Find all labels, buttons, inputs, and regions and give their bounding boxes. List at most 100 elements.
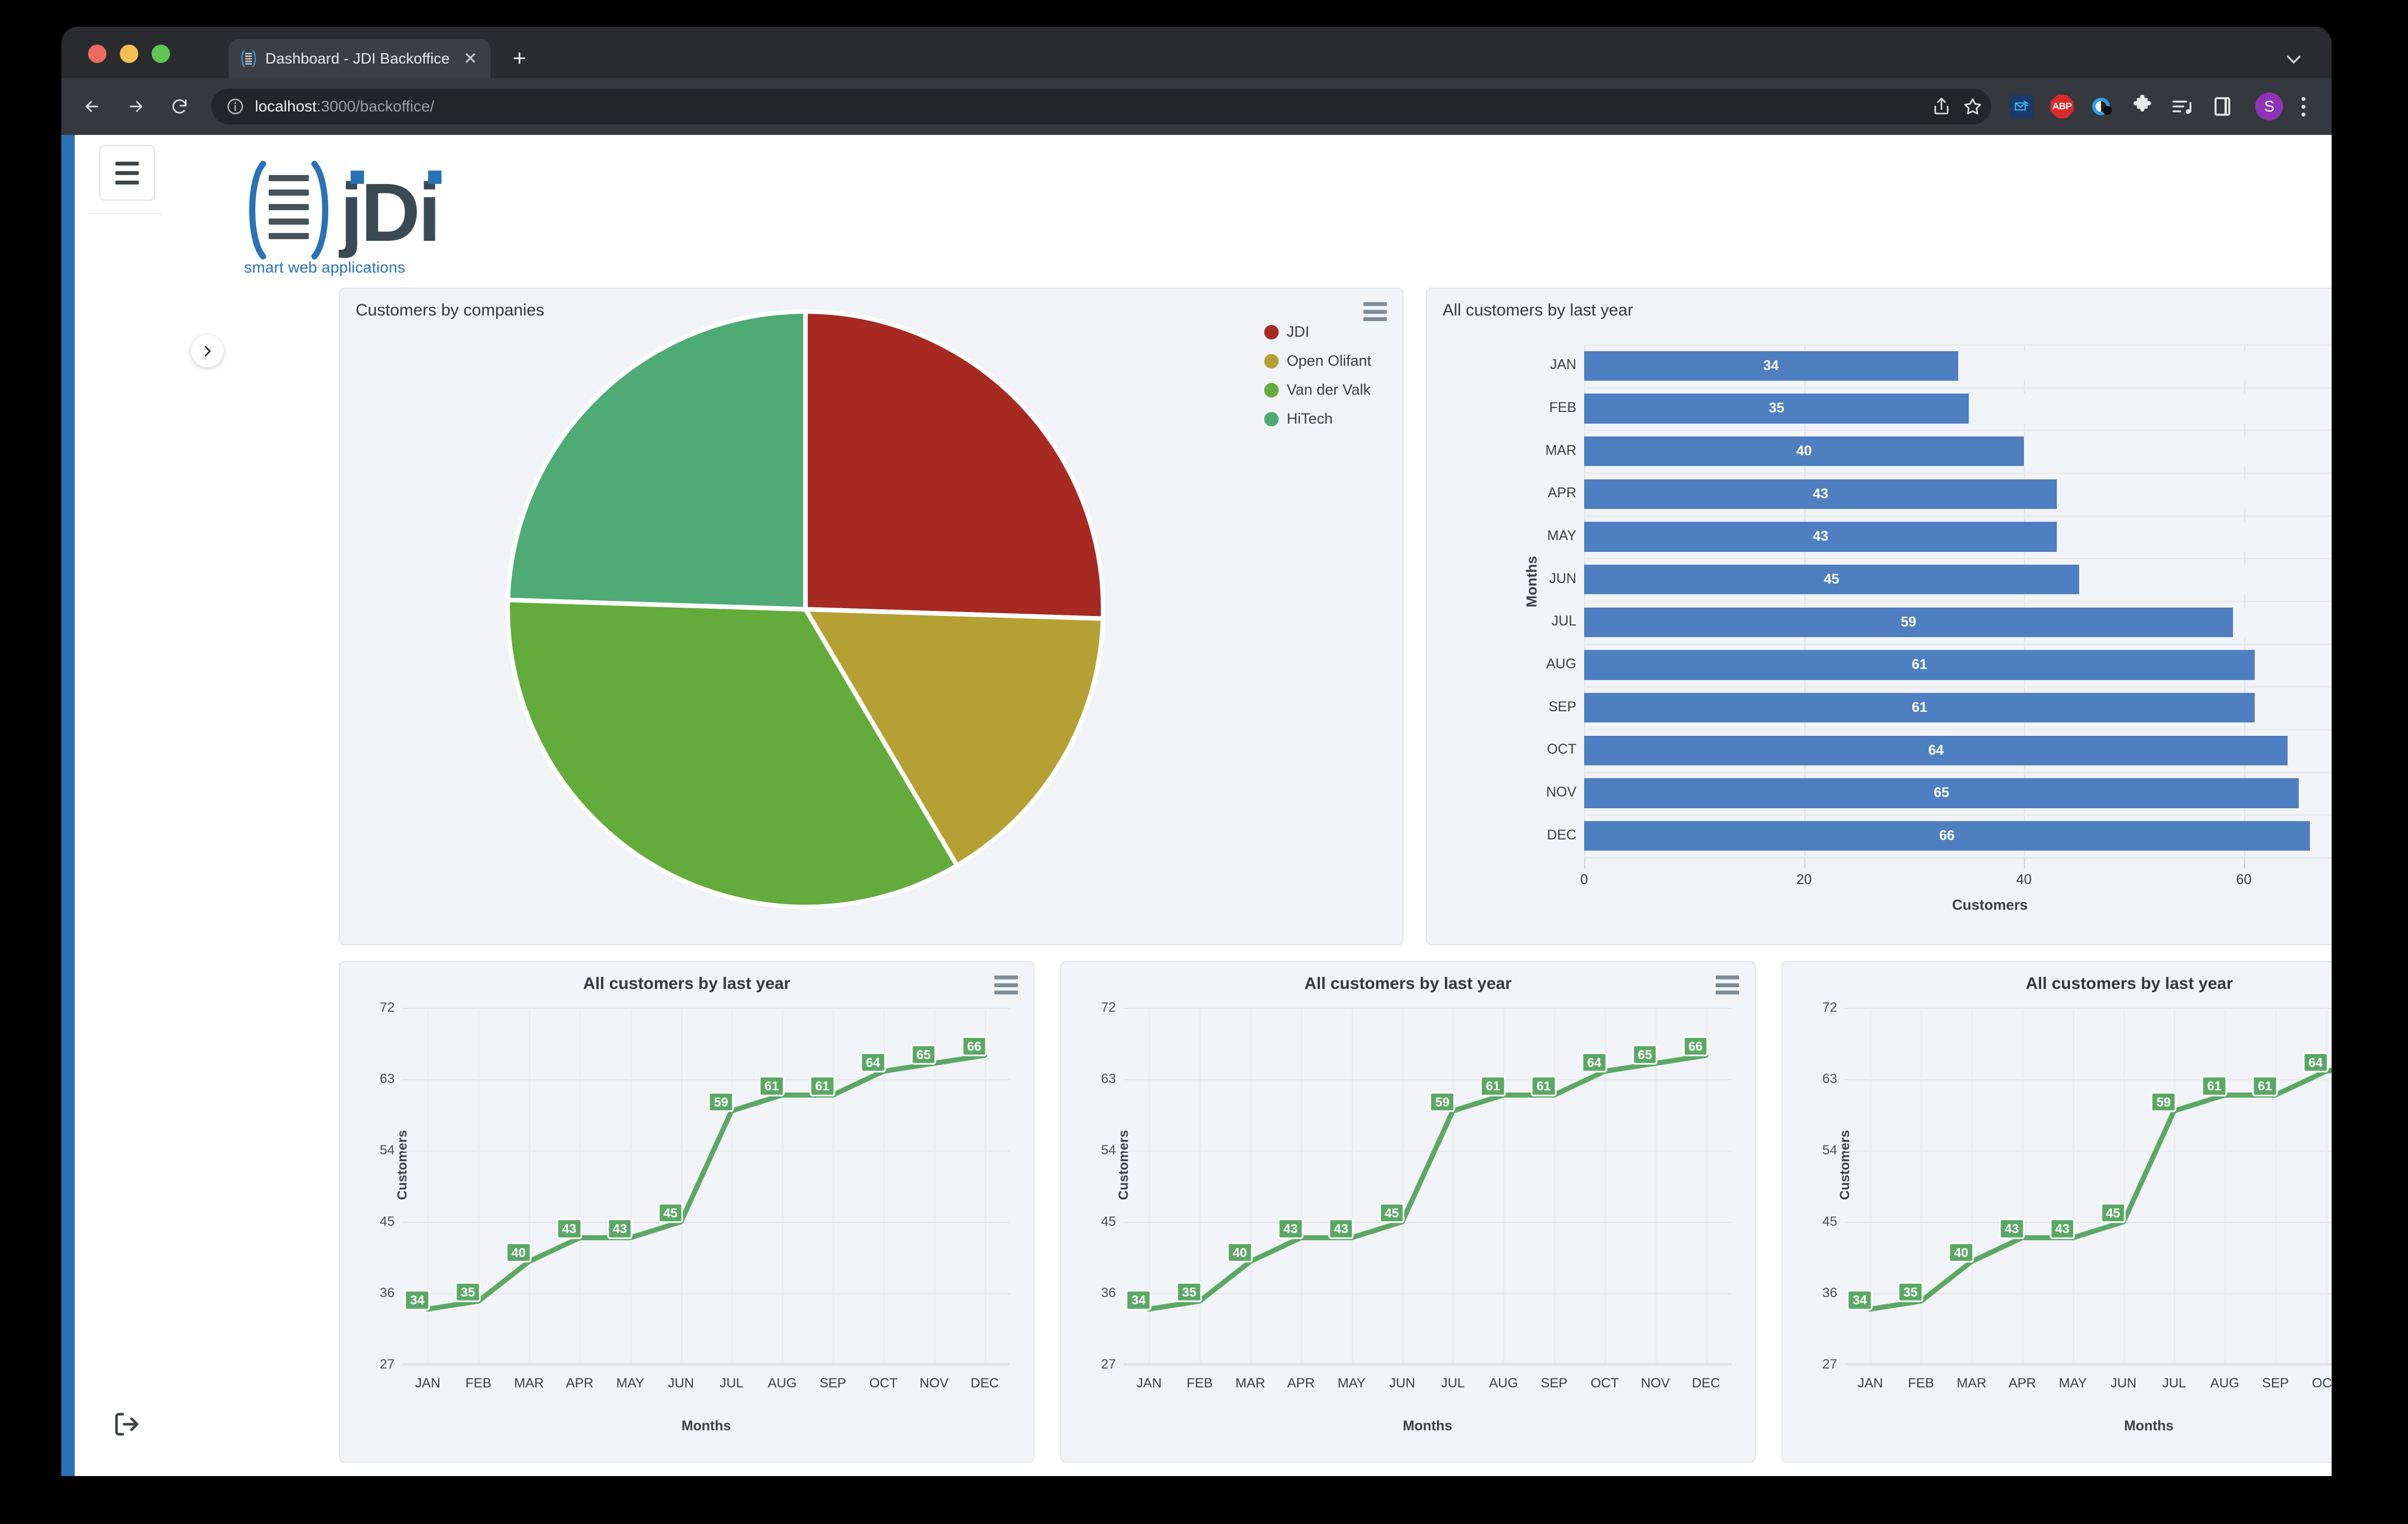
line-chart-series[interactable] <box>1845 1008 2332 1365</box>
data-point-label[interactable]: 34 <box>1125 1290 1152 1311</box>
data-point-label[interactable]: 40 <box>506 1243 532 1263</box>
chevron-down-icon[interactable] <box>2284 49 2304 69</box>
legend-item[interactable]: JDI <box>1264 323 1371 341</box>
axis-tick-label: DEC <box>1692 1376 1720 1391</box>
hamburger-menu-icon[interactable] <box>1716 975 1739 994</box>
hamburger-menu-icon[interactable] <box>99 145 155 201</box>
bar[interactable]: 43 <box>1584 522 2057 552</box>
minimize-window-button[interactable] <box>120 45 138 63</box>
data-point-label[interactable]: 40 <box>1227 1243 1253 1263</box>
legend-item[interactable]: HiTech <box>1264 410 1371 428</box>
data-point-label[interactable]: 43 <box>1999 1219 2025 1239</box>
logout-icon[interactable] <box>103 1405 151 1444</box>
bar[interactable]: 65 <box>1584 778 2299 808</box>
data-point-label[interactable]: 34 <box>404 1290 430 1311</box>
data-point-label[interactable]: 59 <box>1429 1091 1455 1112</box>
pie-slice[interactable] <box>505 309 808 612</box>
data-point-label[interactable]: 43 <box>2050 1219 2075 1239</box>
data-point-label[interactable]: 43 <box>607 1219 633 1239</box>
bar[interactable]: 61 <box>1584 692 2255 723</box>
data-point-label[interactable]: 64 <box>860 1052 886 1072</box>
bar[interactable]: 40 <box>1584 436 2024 467</box>
thunderbird-icon[interactable] <box>2010 95 2034 118</box>
bar-category-label: JUL <box>1551 613 1576 629</box>
hamburger-menu-icon[interactable] <box>1363 302 1387 321</box>
bar-chart-row: JUN 45 <box>1549 558 2332 595</box>
reload-icon[interactable] <box>162 89 197 124</box>
maximize-window-button[interactable] <box>152 45 170 63</box>
kebab-menu-icon[interactable] <box>2290 91 2317 122</box>
arrow-left-icon[interactable] <box>75 89 109 124</box>
bar-category-label: APR <box>1547 485 1576 501</box>
data-point-label[interactable]: 45 <box>657 1202 683 1224</box>
privacy-badger-icon[interactable] <box>2090 95 2114 118</box>
bar-value-label: 40 <box>1796 443 1812 459</box>
data-point-label[interactable]: 59 <box>708 1091 734 1112</box>
arrow-right-icon[interactable] <box>118 89 153 124</box>
bar[interactable]: 66 <box>1584 821 2310 851</box>
data-point-label[interactable]: 65 <box>1632 1044 1658 1065</box>
playlist-icon[interactable] <box>2171 95 2194 118</box>
data-point-label[interactable]: 66 <box>961 1036 987 1057</box>
legend-item[interactable]: Open Olifant <box>1264 352 1371 370</box>
data-point-label[interactable]: 35 <box>1897 1282 1924 1303</box>
data-point-label[interactable]: 64 <box>1581 1052 1607 1072</box>
bar[interactable]: 45 <box>1584 564 2079 595</box>
bar[interactable]: 61 <box>1584 650 2255 680</box>
bar[interactable]: 43 <box>1584 479 2057 509</box>
data-point-label[interactable]: 61 <box>2252 1076 2278 1096</box>
plus-icon[interactable]: + <box>507 46 532 71</box>
adblock-plus-icon[interactable]: ABP <box>2050 95 2074 118</box>
pie-chart-svg[interactable] <box>502 305 1109 913</box>
data-point-label[interactable]: 45 <box>1378 1202 1405 1224</box>
address-bar-url: localhost:3000/backoffice/ <box>255 98 434 115</box>
url-host: localhost <box>255 98 317 115</box>
bar[interactable]: 35 <box>1584 394 1969 424</box>
data-point-label[interactable]: 61 <box>809 1076 836 1096</box>
legend-item[interactable]: Van der Valk <box>1264 381 1371 399</box>
extensions-puzzle-icon[interactable] <box>2130 94 2154 118</box>
info-circle-icon[interactable] <box>226 97 245 116</box>
hamburger-menu-icon[interactable] <box>994 975 1018 994</box>
data-point-label[interactable]: 34 <box>1847 1290 1873 1311</box>
share-icon[interactable] <box>1931 96 1952 117</box>
data-point-label[interactable]: 59 <box>2150 1091 2177 1112</box>
bar-chart-row: DEC 66 <box>1547 814 2332 851</box>
data-point-label[interactable]: 61 <box>759 1076 785 1096</box>
data-point-label[interactable]: 66 <box>1682 1036 1708 1057</box>
data-point-label[interactable]: 40 <box>1948 1243 1974 1263</box>
data-point-label[interactable]: 65 <box>911 1044 936 1065</box>
axis-tick-label: MAY <box>2059 1376 2087 1391</box>
avatar[interactable]: S <box>2255 93 2284 120</box>
data-point-label[interactable]: 61 <box>1480 1076 1506 1096</box>
star-icon[interactable] <box>1962 96 1983 117</box>
data-point-label[interactable]: 43 <box>1278 1219 1303 1239</box>
reading-list-icon[interactable] <box>2211 95 2234 118</box>
close-icon[interactable]: ✕ <box>459 47 482 70</box>
data-point-label[interactable]: 43 <box>1328 1219 1354 1239</box>
data-point-label[interactable]: 64 <box>2303 1052 2328 1072</box>
axis-tick-label: JUN <box>668 1376 694 1391</box>
bar-chart-x-axis-label: Customers <box>1952 896 2028 913</box>
gridline <box>1584 387 2332 389</box>
chevron-right-icon[interactable] <box>191 335 224 367</box>
data-point-label[interactable]: 45 <box>2100 1202 2126 1224</box>
browser-tab[interactable]: Dashboard - JDI Backoffice ✕ <box>229 39 491 78</box>
data-point-label[interactable]: 61 <box>2201 1076 2227 1096</box>
pie-slice[interactable] <box>803 309 1106 621</box>
bar-chart-row: OCT 64 <box>1547 729 2332 766</box>
bar-chart-row: MAR 40 <box>1545 430 2332 467</box>
bar[interactable]: 64 <box>1584 735 2288 766</box>
bar[interactable]: 34 <box>1584 351 1958 381</box>
line-chart-x-axis-label: Months <box>681 1418 731 1434</box>
bar-chart-row: NOV 65 <box>1546 771 2332 808</box>
bar[interactable]: 59 <box>1584 607 2233 638</box>
close-window-button[interactable] <box>88 45 106 63</box>
data-point-label[interactable]: 61 <box>1531 1076 1557 1096</box>
data-point-label[interactable]: 43 <box>556 1219 582 1239</box>
axis-tick-label: 63 <box>1101 1071 1116 1086</box>
bar-category-label: AUG <box>1546 656 1576 672</box>
address-bar[interactable]: localhost:3000/backoffice/ <box>211 89 1992 124</box>
data-point-label[interactable]: 35 <box>455 1282 481 1303</box>
data-point-label[interactable]: 35 <box>1176 1282 1202 1303</box>
